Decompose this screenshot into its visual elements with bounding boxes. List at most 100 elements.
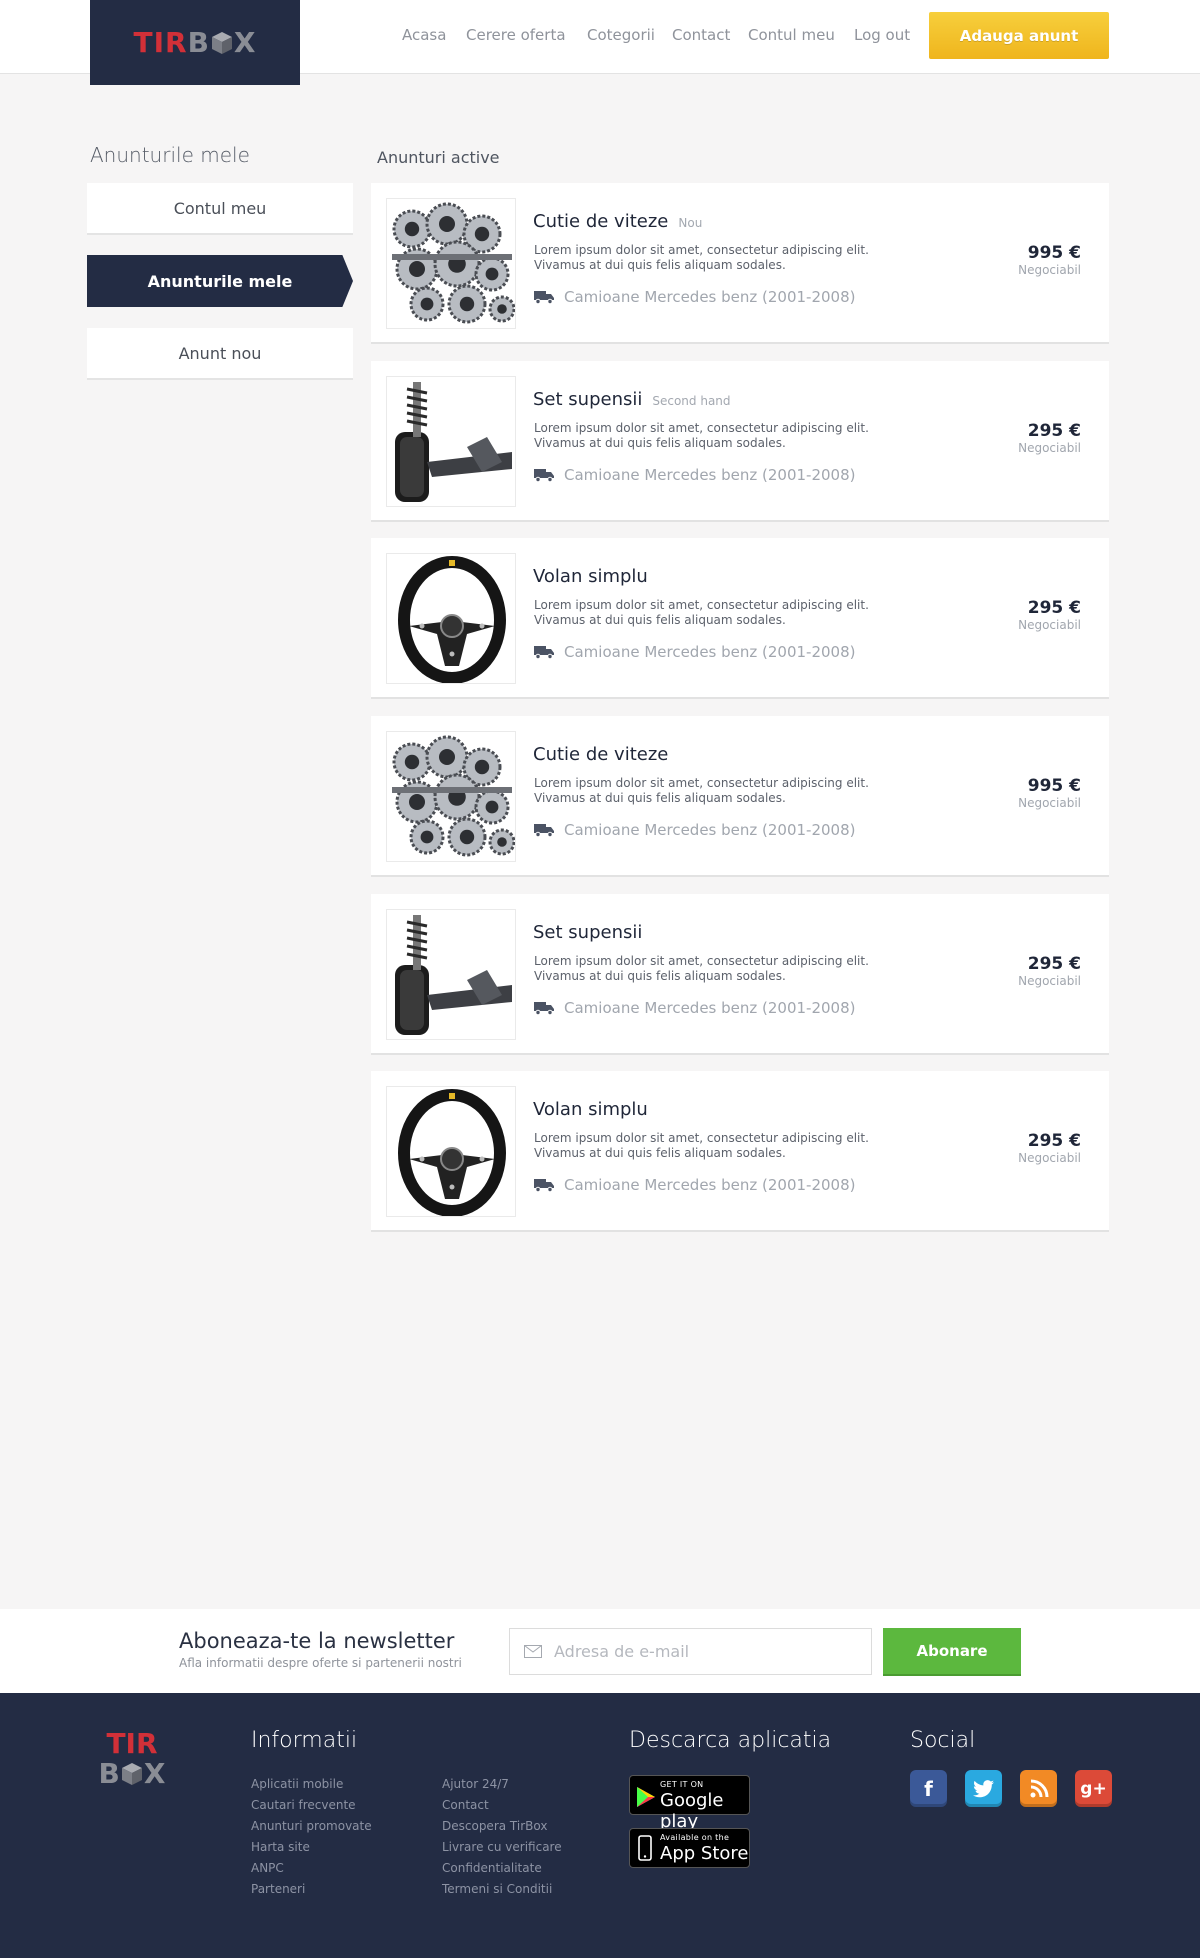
listing-price: 295 € Negociabil	[1018, 1131, 1081, 1165]
footer-link[interactable]: Parteneri	[251, 1882, 305, 1896]
google-play-small: GET IT ON	[660, 1780, 704, 1789]
newsletter-email-input[interactable]	[554, 1642, 854, 1661]
price-value: 295 €	[1027, 1131, 1081, 1151]
footer-link[interactable]: Aplicatii mobile	[251, 1777, 343, 1791]
footer-link[interactable]: Livrare cu verificare	[442, 1840, 562, 1854]
price-note: Negociabil	[1018, 974, 1081, 988]
listing-title[interactable]: Set supensii Second hand	[533, 389, 731, 410]
footer-link[interactable]: Harta site	[251, 1840, 310, 1854]
price-value: 995 €	[1027, 776, 1081, 796]
nav-cotegorii[interactable]: Cotegorii	[587, 26, 655, 44]
listing-card[interactable]: Set supensii Lorem ipsum dolor sit amet, …	[371, 894, 1109, 1055]
sidebar-title: Anunturile mele	[90, 143, 250, 167]
listing-category: Camioane Mercedes benz (2001-2008)	[534, 999, 856, 1017]
footer-info-title: Informatii	[251, 1728, 358, 1753]
truck-icon	[534, 469, 554, 482]
nav-cerere-oferta[interactable]: Cerere oferta	[466, 26, 566, 44]
truck-icon	[534, 646, 554, 659]
price-value: 295 €	[1027, 954, 1081, 974]
google-plus-icon[interactable]: g+	[1075, 1770, 1112, 1807]
listing-description: Lorem ipsum dolor sit amet, consectetur …	[534, 598, 869, 627]
logo-x: X	[233, 26, 257, 59]
price-value: 295 €	[1027, 421, 1081, 441]
listing-title[interactable]: Set supensii	[533, 922, 652, 943]
listing-thumbnail[interactable]	[386, 1086, 516, 1217]
listing-title[interactable]: Volan simplu	[533, 1099, 658, 1120]
rss-icon[interactable]	[1020, 1770, 1057, 1807]
listing-thumbnail[interactable]	[386, 909, 516, 1040]
sidebar-item-anunt-nou[interactable]: Anunt nou	[87, 328, 353, 380]
google-play-icon	[637, 1787, 655, 1807]
listing-title[interactable]: Cutie de viteze Nou	[533, 211, 702, 232]
footer-link[interactable]: Anunturi promovate	[251, 1819, 372, 1833]
newsletter-bar: Aboneaza-te la newsletter Afla informati…	[0, 1609, 1200, 1693]
nav-log-out[interactable]: Log out	[854, 26, 910, 44]
listing-card[interactable]: Volan simplu Lorem ipsum dolor sit amet, …	[371, 538, 1109, 699]
listing-category: Camioane Mercedes benz (2001-2008)	[534, 466, 856, 484]
newsletter-subtitle: Afla informatii despre oferte si partene…	[179, 1656, 462, 1670]
sidebar-item-anunturile-mele[interactable]: Anunturile mele	[87, 255, 353, 307]
listing-description: Lorem ipsum dolor sit amet, consectetur …	[534, 954, 869, 983]
price-note: Negociabil	[1018, 796, 1081, 810]
listing-thumbnail[interactable]	[386, 198, 516, 329]
truck-icon	[534, 1179, 554, 1192]
listing-thumbnail[interactable]	[386, 553, 516, 684]
listing-description: Lorem ipsum dolor sit amet, consectetur …	[534, 243, 869, 272]
footer-link[interactable]: Descopera TirBox	[442, 1819, 547, 1833]
listing-title[interactable]: Volan simplu	[533, 566, 658, 587]
listing-title[interactable]: Cutie de viteze	[533, 744, 678, 765]
envelope-icon	[524, 1645, 542, 1658]
listing-price: 295 € Negociabil	[1018, 421, 1081, 455]
footer-link[interactable]: Ajutor 24/7	[442, 1777, 509, 1791]
newsletter-email-field[interactable]	[509, 1628, 872, 1675]
footer-app-title: Descarca aplicatia	[629, 1728, 832, 1753]
nav-contact[interactable]: Contact	[672, 26, 730, 44]
footer-link[interactable]: Termeni si Conditii	[442, 1882, 552, 1896]
listing-card[interactable]: Set supensii Second hand Lorem ipsum dolor…	[371, 361, 1109, 522]
listing-price: 995 € Negociabil	[1018, 776, 1081, 810]
price-note: Negociabil	[1018, 263, 1081, 277]
listing-price: 995 € Negociabil	[1018, 243, 1081, 277]
listing-thumbnail[interactable]	[386, 731, 516, 862]
footer-logo-b: B	[98, 1757, 120, 1790]
listing-description: Lorem ipsum dolor sit amet, consectetur …	[534, 421, 869, 450]
footer-link[interactable]: Contact	[442, 1798, 489, 1812]
site-logo[interactable]: TIRB X	[90, 0, 300, 85]
listing-thumbnail[interactable]	[386, 376, 516, 507]
newsletter-title: Aboneaza-te la newsletter	[179, 1629, 455, 1653]
footer-link[interactable]: Cautari frecvente	[251, 1798, 356, 1812]
price-note: Negociabil	[1018, 441, 1081, 455]
listing-description: Lorem ipsum dolor sit amet, consectetur …	[534, 1131, 869, 1160]
listing-card[interactable]: Cutie de viteze Lorem ipsum dolor sit ame…	[371, 716, 1109, 877]
footer-logo-tir: TIR	[106, 1727, 158, 1760]
listing-description: Lorem ipsum dolor sit amet, consectetur …	[534, 776, 869, 805]
logo-tir: TIR	[133, 26, 188, 59]
site-footer: TIR BX Informatii Aplicatii mobile Cautar…	[0, 1693, 1200, 1958]
google-play-big: Google play	[660, 1790, 724, 1832]
subscribe-button[interactable]: Abonare	[883, 1628, 1021, 1676]
app-store-button[interactable]: Available on the App Store	[629, 1828, 750, 1868]
listing-price: 295 € Negociabil	[1018, 598, 1081, 632]
price-value: 995 €	[1027, 243, 1081, 263]
listing-card[interactable]: Cutie de viteze Nou Lorem ipsum dolor sit …	[371, 183, 1109, 344]
truck-icon	[534, 824, 554, 837]
listing-condition-badge: Nou	[678, 216, 703, 230]
twitter-icon[interactable]	[965, 1770, 1002, 1807]
sidebar-item-contul-meu[interactable]: Contul meu	[87, 183, 353, 235]
price-value: 295 €	[1027, 598, 1081, 618]
footer-link[interactable]: Confidentialitate	[442, 1861, 542, 1875]
footer-logo[interactable]: TIR BX	[87, 1729, 177, 1789]
facebook-icon[interactable]: f	[910, 1770, 947, 1807]
app-store-small: Available on the	[660, 1833, 730, 1842]
listing-category: Camioane Mercedes benz (2001-2008)	[534, 1176, 856, 1194]
footer-social-title: Social	[910, 1728, 976, 1753]
logo-b: B	[187, 26, 210, 59]
nav-acasa[interactable]: Acasa	[402, 26, 446, 44]
nav-contul-meu[interactable]: Contul meu	[748, 26, 835, 44]
add-listing-button[interactable]: Adauga anunt	[929, 12, 1109, 59]
google-play-button[interactable]: GET IT ON Google play	[629, 1775, 750, 1832]
footer-link[interactable]: ANPC	[251, 1861, 284, 1875]
footer-logo-x: X	[143, 1757, 166, 1790]
listing-card[interactable]: Volan simplu Lorem ipsum dolor sit amet, …	[371, 1071, 1109, 1232]
cube-icon	[211, 32, 232, 54]
